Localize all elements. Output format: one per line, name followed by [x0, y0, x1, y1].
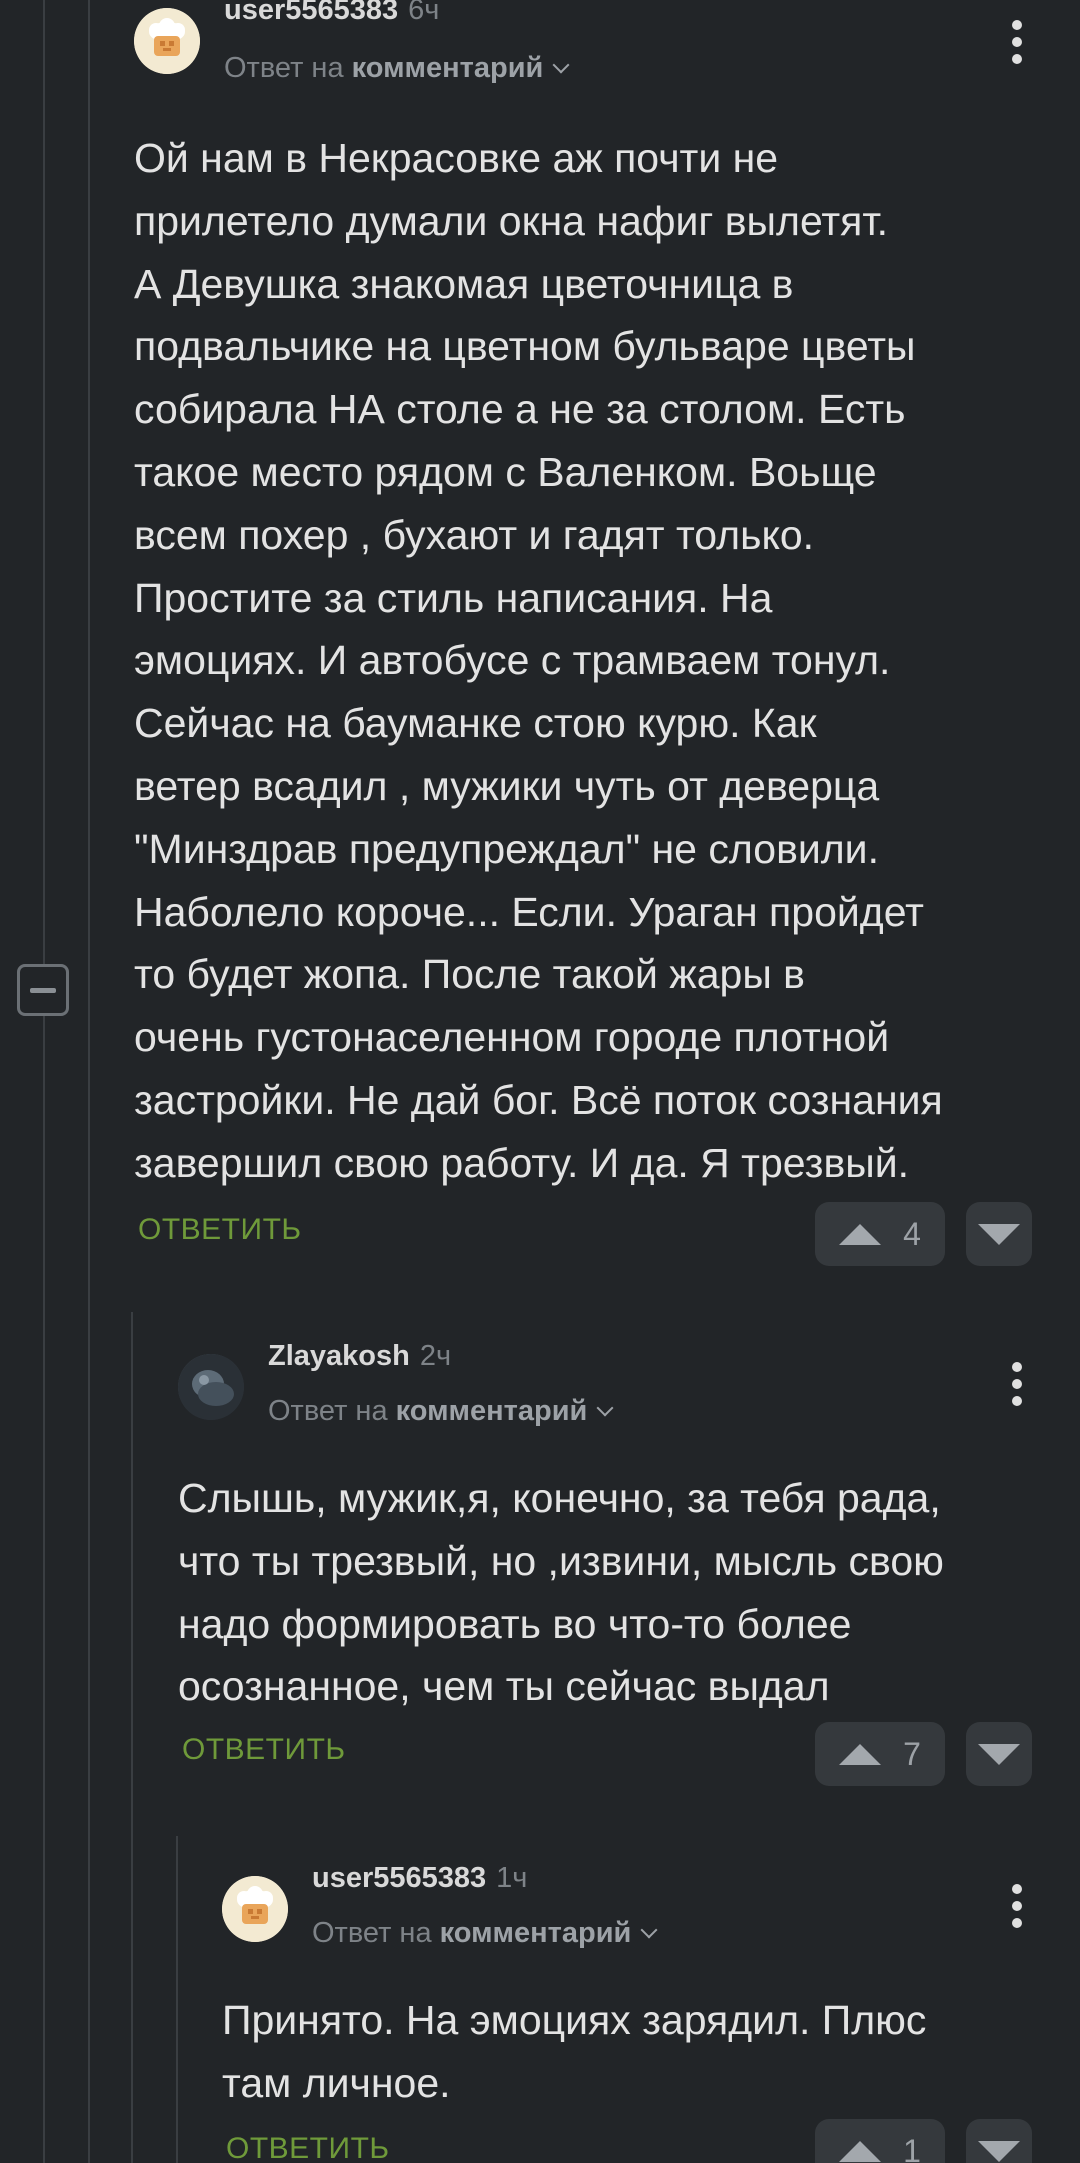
arrow-down-icon	[978, 1743, 1020, 1765]
reply-to-prefix: Ответ на	[224, 52, 344, 84]
dot-icon	[1012, 1884, 1022, 1894]
downvote-button[interactable]	[966, 1722, 1032, 1786]
comment-text: Ой нам в Некрасовке аж почти не прилетел…	[134, 135, 943, 1186]
comment-thread: user5565383 6ч Ответ на комментарий Ой на…	[0, 0, 1080, 2163]
arrow-up-icon	[839, 1223, 882, 1245]
dot-icon	[1012, 1379, 1022, 1389]
dot-icon	[1012, 1901, 1022, 1911]
more-options-button[interactable]	[1002, 20, 1032, 64]
reply-to-link[interactable]: комментарий	[440, 1917, 632, 1949]
dot-icon	[1012, 20, 1022, 30]
reply-button[interactable]: ОТВЕТИТЬ	[138, 1213, 302, 1247]
chevron-down-icon[interactable]	[552, 56, 570, 74]
dot-icon	[1012, 54, 1022, 64]
comment-header: user5565383 6ч Ответ на комментарий	[134, 0, 1032, 90]
reply-to-prefix: Ответ на	[268, 1395, 388, 1427]
thread-line	[88, 0, 90, 2163]
chevron-down-icon[interactable]	[640, 1921, 658, 1939]
reply-to-info: Ответ на комментарий	[224, 52, 570, 85]
dot-icon	[1012, 37, 1022, 47]
comment: Zlayakosh 2ч Ответ на комментарий Слышь, …	[178, 1340, 1032, 1800]
comment-author[interactable]: user5565383 6ч	[224, 0, 439, 27]
vote-count: 4	[903, 1215, 921, 1252]
comment-time: 1ч	[496, 1862, 528, 1894]
arrow-down-icon	[978, 2140, 1020, 2162]
thread-line	[43, 0, 45, 2163]
dot-icon	[1012, 1362, 1022, 1372]
downvote-button[interactable]	[966, 1202, 1032, 1266]
chevron-down-icon[interactable]	[596, 1399, 614, 1417]
thread-line	[176, 1836, 178, 2163]
comment-time: 6ч	[408, 0, 440, 26]
reply-to-info: Ответ на комментарий	[268, 1395, 614, 1428]
more-options-button[interactable]	[1002, 1884, 1032, 1928]
minus-icon	[30, 987, 56, 993]
comment: user5565383 6ч Ответ на комментарий Ой на…	[134, 0, 1032, 1270]
arrow-down-icon	[978, 1223, 1020, 1245]
arrow-up-icon	[839, 1743, 882, 1765]
upvote-button[interactable]: 1	[815, 2119, 945, 2163]
more-options-button[interactable]	[1002, 1362, 1032, 1406]
comment-author[interactable]: user5565383 1ч	[312, 1862, 527, 1895]
comment-author[interactable]: Zlayakosh 2ч	[268, 1340, 451, 1373]
comment-text: Принято. На эмоциях зарядил. Плюс там ли…	[222, 1997, 927, 2106]
comment-header: Zlayakosh 2ч Ответ на комментарий	[178, 1340, 1032, 1430]
upvote-button[interactable]: 7	[815, 1722, 945, 1786]
chef-hat-avatar[interactable]	[222, 1876, 288, 1942]
reply-to-link[interactable]: комментарий	[396, 1395, 588, 1427]
reply-button[interactable]: ОТВЕТИТЬ	[226, 2132, 390, 2163]
reply-to-link[interactable]: комментарий	[352, 52, 544, 84]
downvote-button[interactable]	[966, 2119, 1032, 2163]
vote-count: 7	[903, 1735, 921, 1772]
dark-avatar[interactable]	[178, 1354, 244, 1420]
reply-button[interactable]: ОТВЕТИТЬ	[182, 1733, 346, 1767]
comment-text: Слышь, мужик,я, конечно, за тебя рада, ч…	[178, 1475, 944, 1710]
upvote-button[interactable]: 4	[815, 1202, 945, 1266]
thread-line	[131, 1312, 133, 2163]
arrow-up-icon	[839, 2140, 882, 2162]
dot-icon	[1012, 1918, 1022, 1928]
dot-icon	[1012, 1396, 1022, 1406]
author-name[interactable]: user5565383	[312, 1862, 486, 1894]
author-name[interactable]: user5565383	[224, 0, 398, 26]
comment-time: 2ч	[419, 1340, 452, 1372]
comment: user5565383 1ч Ответ на комментарий Приня…	[222, 1862, 1032, 2163]
author-name[interactable]: Zlayakosh	[268, 1340, 410, 1372]
reply-to-prefix: Ответ на	[312, 1917, 432, 1949]
comment-header: user5565383 1ч Ответ на комментарий	[222, 1862, 1032, 1952]
collapse-thread-button[interactable]	[17, 964, 69, 1016]
chef-hat-avatar[interactable]	[134, 8, 200, 74]
reply-to-info: Ответ на комментарий	[312, 1917, 658, 1950]
vote-count: 1	[903, 2132, 921, 2163]
